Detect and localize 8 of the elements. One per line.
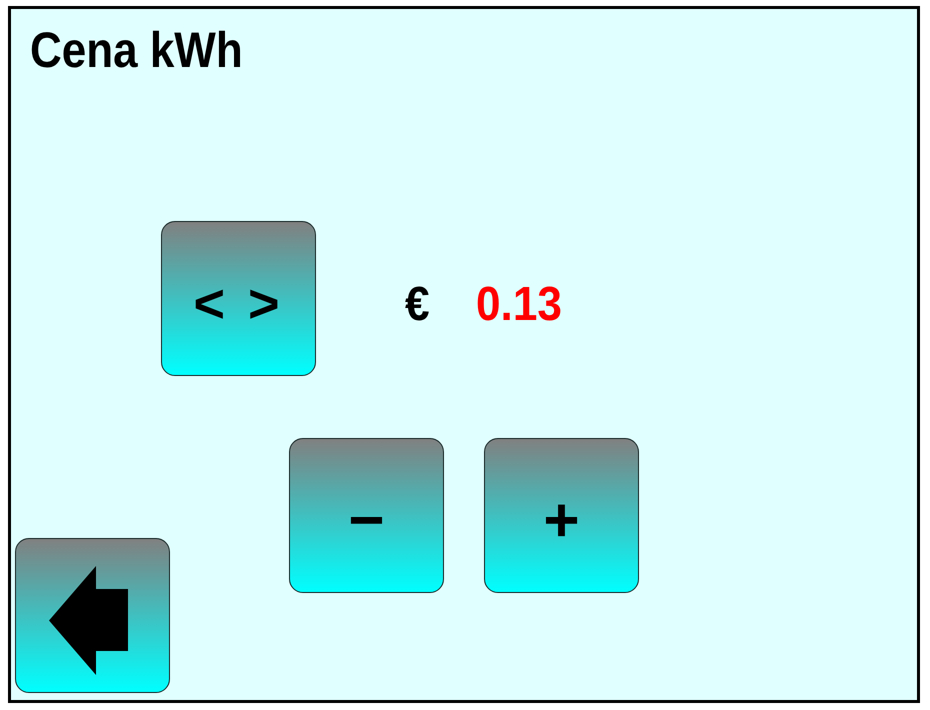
left-arrow-icon [49, 566, 128, 675]
currency-symbol: € [405, 280, 430, 328]
decrease-button[interactable]: − [289, 438, 444, 593]
price-value: 0.13 [476, 280, 562, 328]
toggle-button[interactable]: < > [161, 221, 316, 376]
screen-title: Cena kWh [30, 25, 243, 75]
back-button[interactable] [15, 538, 170, 693]
increase-button[interactable]: + [484, 438, 639, 593]
